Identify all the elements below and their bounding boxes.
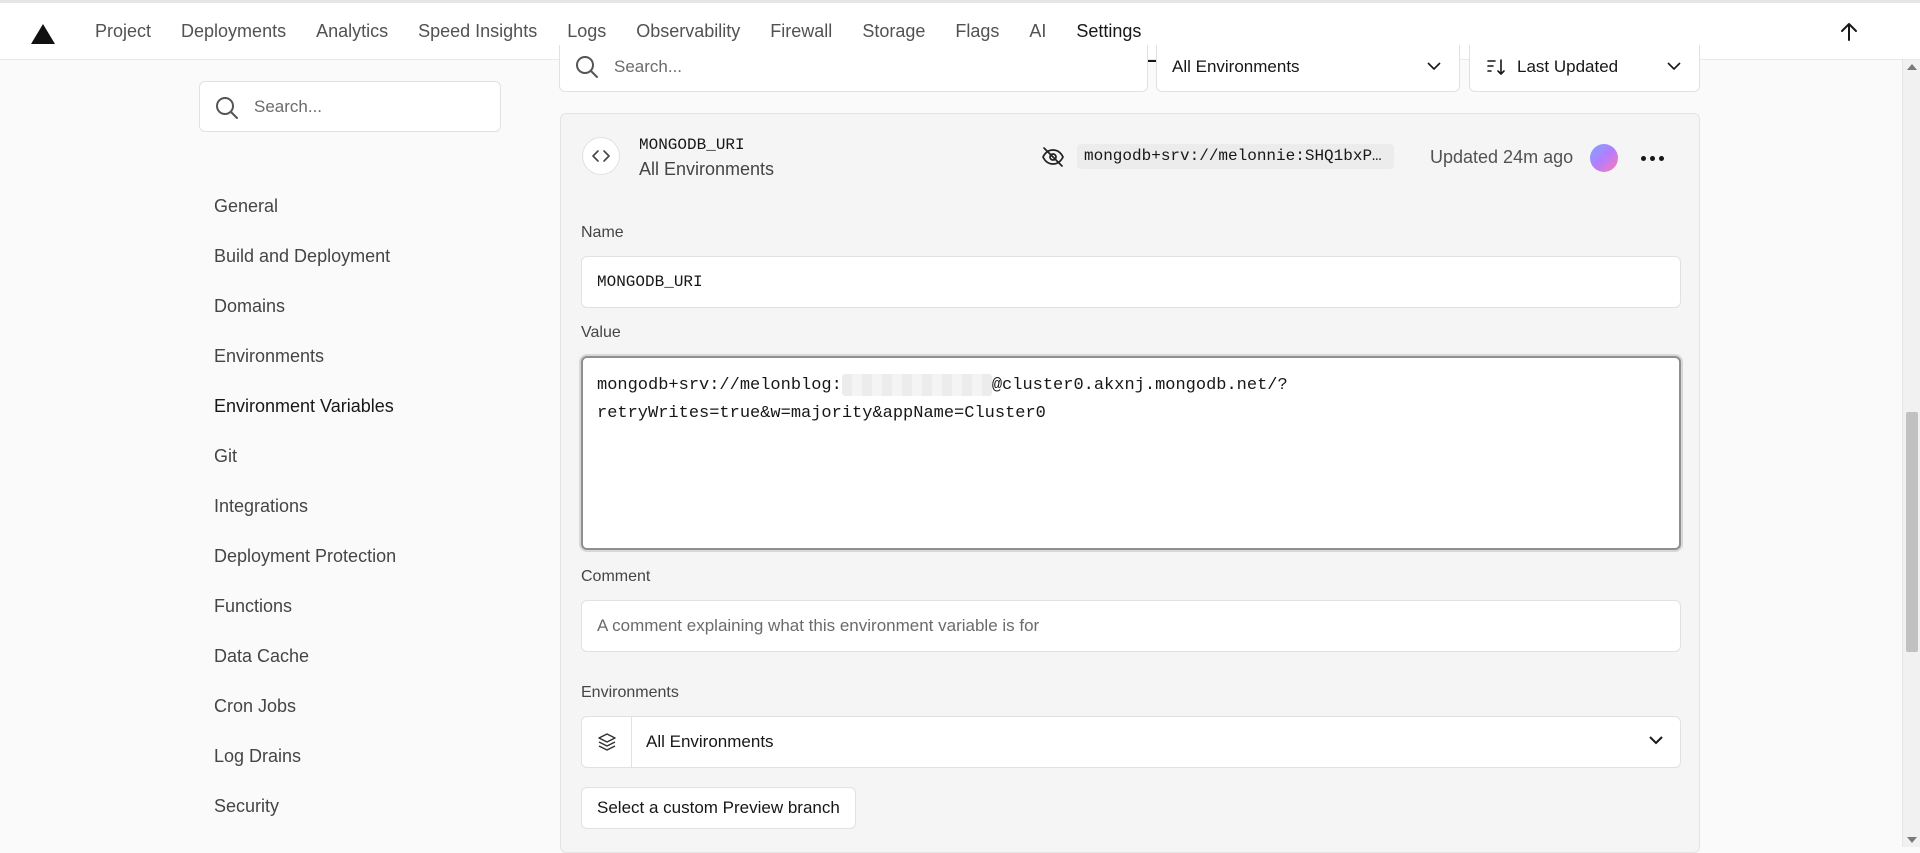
sidebar-item-log-drains[interactable]: Log Drains <box>214 740 396 790</box>
settings-sidebar-menu: General Build and Deployment Domains Env… <box>214 190 396 840</box>
sort-select[interactable]: Last Updated <box>1469 45 1700 92</box>
environment-filter-select[interactable]: All Environments <box>1156 45 1460 92</box>
value-text-part: @cluster0.akxnj.mongodb.net/? <box>991 376 1288 395</box>
sort-icon <box>1487 59 1505 75</box>
page-scrollbar[interactable] <box>1902 60 1920 847</box>
sidebar-item-build-and-deployment[interactable]: Build and Deployment <box>214 240 396 290</box>
settings-search <box>199 81 501 132</box>
scroll-down-arrow-icon[interactable] <box>1907 837 1917 843</box>
sidebar-item-environments[interactable]: Environments <box>214 340 396 390</box>
env-variable-editor-card: MONGODB_URI All Environments mongodb+srv… <box>560 113 1700 853</box>
sidebar-item-functions[interactable]: Functions <box>214 590 396 640</box>
select-custom-preview-branch-button[interactable]: Select a custom Preview branch <box>581 787 856 829</box>
env-var-search <box>559 45 1148 92</box>
value-text-part: mongodb+srv://melonblog: <box>597 376 842 395</box>
more-options-button[interactable] <box>1636 144 1668 172</box>
chevron-down-icon <box>1649 736 1663 745</box>
search-icon <box>576 56 598 78</box>
environments-select-value: All Environments <box>646 732 774 751</box>
scroll-up-arrow-icon[interactable] <box>1907 64 1917 70</box>
comment-label: Comment <box>581 568 651 585</box>
settings-search-input[interactable] <box>254 95 484 119</box>
code-icon <box>582 137 620 175</box>
value-text-part: retryWrites=true&w=majority&appName=Clus… <box>597 404 1046 423</box>
sidebar-item-git[interactable]: Git <box>214 440 396 490</box>
vercel-logo-icon[interactable] <box>31 24 55 44</box>
name-field[interactable]: MONGODB_URI <box>581 256 1681 308</box>
dot-icon <box>1640 155 1646 161</box>
dot-icon <box>1658 155 1664 161</box>
sidebar-item-environment-variables[interactable]: Environment Variables <box>214 390 396 440</box>
environment-filter-value: All Environments <box>1172 57 1300 76</box>
name-label: Name <box>581 224 624 241</box>
updated-timestamp: Updated 24m ago <box>1430 147 1574 167</box>
env-var-search-input[interactable] <box>614 55 1114 79</box>
sidebar-item-data-cache[interactable]: Data Cache <box>214 640 396 690</box>
tab-project[interactable]: Project <box>80 3 166 60</box>
tab-analytics[interactable]: Analytics <box>301 3 403 60</box>
sidebar-item-deployment-protection[interactable]: Deployment Protection <box>214 540 396 590</box>
tab-speed-insights[interactable]: Speed Insights <box>403 3 552 60</box>
variable-name: MONGODB_URI <box>639 136 745 154</box>
chevron-down-icon <box>1427 62 1441 71</box>
sidebar-item-domains[interactable]: Domains <box>214 290 396 340</box>
environments-label: Environments <box>581 684 679 701</box>
dot-icon <box>1649 155 1655 161</box>
comment-input[interactable] <box>582 601 1680 651</box>
scrollbar-thumb[interactable] <box>1906 412 1918 652</box>
sort-value: Last Updated <box>1517 57 1619 76</box>
sidebar-item-security[interactable]: Security <box>214 790 396 840</box>
eye-off-icon[interactable] <box>1041 146 1065 168</box>
tab-deployments[interactable]: Deployments <box>166 3 301 60</box>
comment-field <box>581 600 1681 652</box>
redacted-password <box>841 373 992 396</box>
sidebar-item-general[interactable]: General <box>214 190 396 240</box>
value-label: Value <box>581 324 621 341</box>
sidebar-item-integrations[interactable]: Integrations <box>214 490 396 540</box>
avatar[interactable] <box>1590 144 1618 172</box>
layers-icon <box>582 717 632 767</box>
environments-select[interactable]: All Environments <box>581 716 1681 768</box>
scroll-to-top-icon[interactable] <box>1836 19 1862 45</box>
value-textarea[interactable]: mongodb+srv://melonblog: @cluster0.akxnj.… <box>581 356 1681 550</box>
variable-value-preview[interactable]: mongodb+srv://melonnie:SHQ1bxP… <box>1077 144 1394 169</box>
sidebar-item-cron-jobs[interactable]: Cron Jobs <box>214 690 396 740</box>
chevron-down-icon <box>1667 62 1681 71</box>
search-icon <box>216 97 238 119</box>
variable-environments: All Environments <box>639 159 775 179</box>
